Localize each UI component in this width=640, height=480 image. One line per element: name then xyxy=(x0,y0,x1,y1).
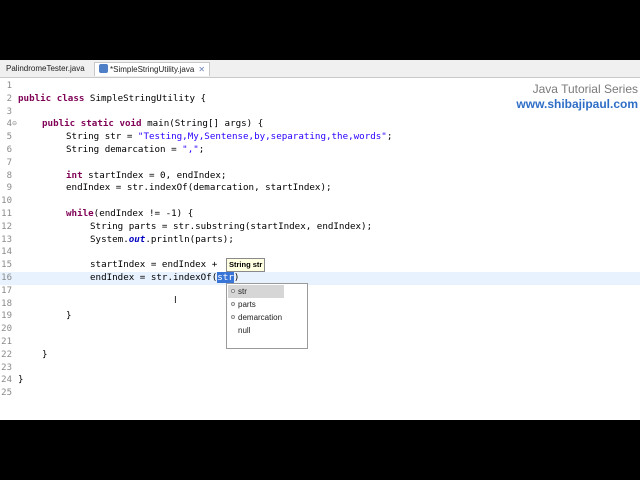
code-line: 23 xyxy=(0,362,640,375)
fold-icon[interactable]: ⊖ xyxy=(12,118,17,131)
code-line: 18 xyxy=(0,298,640,311)
line-number: 22 xyxy=(1,349,12,360)
line-number: 8 xyxy=(6,170,12,181)
autocomplete-item[interactable]: demarcation xyxy=(228,311,284,324)
code-line: 19 } xyxy=(0,310,640,323)
text-cursor-icon: I xyxy=(174,295,177,306)
code-line: 7 xyxy=(0,157,640,170)
code-line: 9 endIndex = str.indexOf(demarcation, st… xyxy=(0,182,640,195)
line-number: 25 xyxy=(1,388,12,399)
code-line: 4 ⊖ public static void main(String[] arg… xyxy=(0,118,640,131)
code-line-current: 16 endIndex = str.indexOf(str) xyxy=(0,272,640,285)
code-line: 20 xyxy=(0,323,640,336)
autocomplete-popup[interactable]: str parts demarcation null xyxy=(226,283,308,349)
code-text: public class SimpleStringUtility { xyxy=(18,92,207,104)
code-line: 24 } xyxy=(0,374,640,387)
line-number: 9 xyxy=(6,183,12,194)
code-line: 15 startIndex = endIndex + xyxy=(0,259,640,272)
variable-icon xyxy=(231,315,235,319)
tab-label: *SimpleStringUtility.java xyxy=(110,65,195,74)
line-number: 13 xyxy=(1,234,12,245)
code-text: } xyxy=(18,374,24,386)
code-text: String demarcation = ","; xyxy=(66,144,205,155)
code-line: 22 } xyxy=(0,349,640,362)
autocomplete-item[interactable]: parts xyxy=(228,298,284,311)
line-number: 15 xyxy=(1,260,12,271)
tutorial-series-label: Java Tutorial Series xyxy=(532,82,638,96)
tab-simple-string-utility[interactable]: *SimpleStringUtility.java ✕ xyxy=(94,62,211,76)
autocomplete-item[interactable]: str xyxy=(228,285,284,298)
code-line: 11 while(endIndex != -1) { xyxy=(0,208,640,221)
line-number: 3 xyxy=(6,106,12,117)
line-number: 6 xyxy=(6,145,12,155)
eclipse-editor-window: PalindromeTester.java *SimpleStringUtili… xyxy=(0,60,640,420)
variable-icon xyxy=(231,289,235,293)
code-text: endIndex = str.indexOf(demarcation, star… xyxy=(66,182,332,194)
java-file-icon xyxy=(99,64,108,73)
tab-label: PalindromeTester.java xyxy=(6,64,85,73)
close-icon[interactable]: ✕ xyxy=(198,65,205,74)
code-text: int startIndex = 0, endIndex; xyxy=(66,169,227,181)
line-number: 18 xyxy=(1,298,12,309)
line-number: 1 xyxy=(6,81,12,91)
variable-icon xyxy=(231,302,235,306)
line-number: 16 xyxy=(1,273,12,283)
code-line: 12 String parts = str.substring(startInd… xyxy=(0,221,640,234)
code-line: 8 int startIndex = 0, endIndex; xyxy=(0,170,640,183)
editor-tab-bar: PalindromeTester.java *SimpleStringUtili… xyxy=(0,60,640,78)
code-line: 6 String demarcation = ","; xyxy=(0,144,640,157)
code-text: while(endIndex != -1) { xyxy=(66,208,194,219)
line-number: 14 xyxy=(1,247,12,258)
selected-parameter: str xyxy=(217,272,234,283)
code-line: 10 xyxy=(0,195,640,208)
code-text: startIndex = endIndex + xyxy=(90,259,218,271)
code-text: System.out.println(parts); xyxy=(90,233,234,245)
line-number: 19 xyxy=(1,311,12,322)
code-text: } xyxy=(66,310,72,322)
code-line: 5 String str = "Testing,My,Sentense,by,s… xyxy=(0,131,640,144)
parameter-hint-tooltip: String str xyxy=(226,258,266,272)
line-number: 20 xyxy=(1,324,12,335)
line-number: 5 xyxy=(6,132,12,143)
line-number: 23 xyxy=(1,362,12,373)
line-number: 2 xyxy=(6,93,12,104)
tab-palindrome-tester[interactable]: PalindromeTester.java xyxy=(2,62,89,76)
code-text: public static void main(String[] args) { xyxy=(42,118,264,130)
line-number: 11 xyxy=(1,209,12,219)
code-line: 13 System.out.println(parts); xyxy=(0,234,640,247)
code-text: } xyxy=(42,348,48,360)
line-number: 12 xyxy=(1,221,12,232)
line-number: 4 xyxy=(6,119,12,130)
line-number: 17 xyxy=(1,285,12,296)
line-number: 24 xyxy=(1,375,12,386)
code-text: String parts = str.substring(startIndex,… xyxy=(90,220,373,232)
autocomplete-item[interactable]: null xyxy=(228,324,284,337)
code-editor[interactable]: 1 2 public class SimpleStringUtility { 3… xyxy=(0,78,640,420)
code-line: 17 xyxy=(0,285,640,298)
code-line: 21 xyxy=(0,336,640,349)
watermark: Java Tutorial Series www.shibajipaul.com xyxy=(516,82,638,112)
website-label: www.shibajipaul.com xyxy=(516,97,638,111)
code-line: 14 xyxy=(0,246,640,259)
code-line: 25 xyxy=(0,387,640,400)
code-text: String str = "Testing,My,Sentense,by,sep… xyxy=(66,131,393,143)
line-number: 10 xyxy=(1,196,12,207)
code-text: endIndex = str.indexOf(str) xyxy=(90,272,240,283)
line-number: 7 xyxy=(6,157,12,168)
line-number: 21 xyxy=(1,337,12,347)
